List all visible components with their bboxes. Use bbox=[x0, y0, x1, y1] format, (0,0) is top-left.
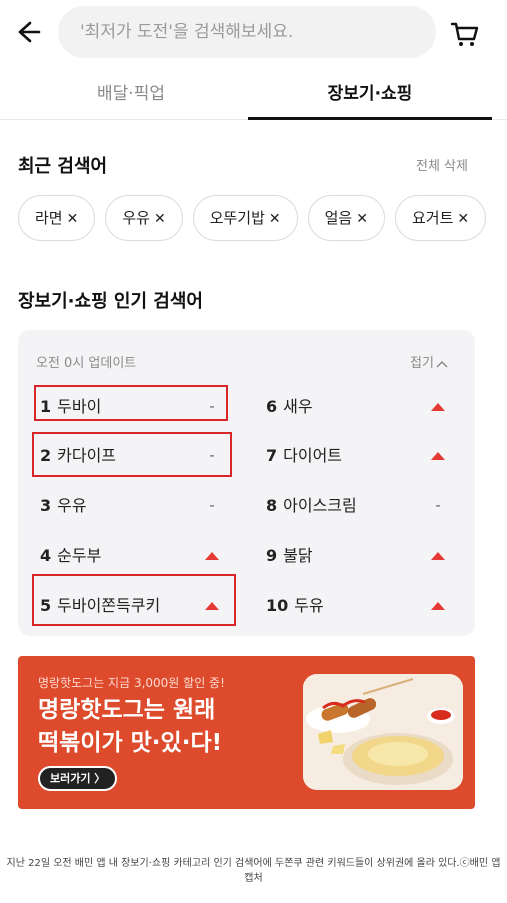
recent-search-chips: 라면 ✕ 우유 ✕ 오뚜기밥 ✕ 얼음 ✕ 요거트 ✕ bbox=[18, 195, 507, 241]
chip-label: 우유 bbox=[122, 209, 150, 227]
recent-chip[interactable]: 얼음 ✕ bbox=[307, 195, 385, 241]
rank-number: 9 bbox=[266, 546, 278, 565]
rank-number: 8 bbox=[266, 496, 278, 515]
triangle-up-icon bbox=[431, 452, 445, 460]
trend-up-icon bbox=[430, 591, 446, 621]
trend-up-icon bbox=[430, 392, 446, 422]
rank-keyword: 두유 bbox=[294, 596, 324, 615]
chip-label: 오뚜기밥 bbox=[209, 209, 265, 227]
triangle-up-icon bbox=[205, 552, 219, 560]
chip-label: 요거트 bbox=[411, 209, 454, 227]
recent-chip[interactable]: 우유 ✕ bbox=[105, 195, 183, 241]
tab-grocery-shopping[interactable]: 장보기·쇼핑 bbox=[248, 72, 492, 120]
highlight-box-rank-2 bbox=[32, 432, 232, 477]
rank-number: 4 bbox=[40, 546, 52, 565]
popular-searches-title: 장보기·쇼핑 인기 검색어 bbox=[18, 291, 203, 312]
chip-label: 얼음 bbox=[324, 209, 353, 227]
highlight-box-rank-5 bbox=[32, 574, 236, 626]
banner-view-button[interactable]: 보러가기 〉 bbox=[38, 766, 118, 791]
back-arrow-icon[interactable] bbox=[14, 18, 42, 46]
recent-searches-title: 최근 검색어 bbox=[18, 156, 108, 177]
photo-caption: 지난 22일 오전 배민 앱 내 장보기·쇼핑 카테고리 인기 검색어에 두쫀쿠… bbox=[6, 858, 501, 884]
banner-title-line1: 명랑핫도그는 원래 bbox=[38, 697, 216, 723]
remove-icon[interactable]: ✕ bbox=[67, 211, 79, 227]
clear-all-button[interactable]: 전체 삭제 bbox=[416, 155, 468, 174]
ranking-item[interactable]: 8 아이스크림 bbox=[266, 491, 357, 521]
rank-number: 3 bbox=[40, 496, 52, 515]
promo-banner[interactable]: 명랑핫도그는 지금 3,000원 할인 중! 명랑핫도그는 원래 떡볶이가 맛·… bbox=[18, 656, 475, 809]
banner-title: 명랑핫도그는 원래 떡볶이가 맛·있·다! bbox=[38, 694, 308, 760]
remove-icon[interactable]: ✕ bbox=[269, 211, 281, 227]
banner-subtitle: 명랑핫도그는 지금 3,000원 할인 중! bbox=[38, 676, 225, 690]
recent-chip[interactable]: 오뚜기밥 ✕ bbox=[192, 195, 298, 241]
chip-label: 라면 bbox=[35, 209, 63, 227]
banner-title-line2: 떡볶이가 맛·있·다! bbox=[38, 730, 223, 756]
trend-up-icon bbox=[430, 541, 446, 571]
ranking-item[interactable]: 10 두유 bbox=[266, 591, 324, 621]
ranking-item[interactable]: 3 우유 bbox=[40, 491, 87, 521]
active-tab-indicator bbox=[248, 117, 492, 120]
triangle-up-icon bbox=[431, 552, 445, 560]
food-image bbox=[303, 674, 463, 790]
trend-unchanged: - bbox=[209, 498, 215, 514]
triangle-up-icon bbox=[431, 403, 445, 411]
update-time: 오전 0시 업데이트 bbox=[36, 356, 137, 371]
rank-number: 7 bbox=[266, 446, 278, 465]
rank-keyword: 우유 bbox=[57, 496, 87, 515]
collapse-label: 접기 bbox=[410, 356, 434, 371]
remove-icon[interactable]: ✕ bbox=[457, 211, 469, 227]
ranking-item[interactable]: 6 새우 bbox=[266, 392, 313, 422]
trend-up-icon bbox=[204, 541, 220, 571]
triangle-up-icon bbox=[431, 602, 445, 610]
rank-keyword: 새우 bbox=[283, 397, 313, 416]
remove-icon[interactable]: ✕ bbox=[154, 211, 166, 227]
rank-number: 10 bbox=[266, 596, 289, 615]
trend-unchanged: - bbox=[435, 498, 441, 514]
chevron-up-icon bbox=[436, 360, 448, 368]
recent-chip[interactable]: 라면 ✕ bbox=[18, 195, 96, 241]
rank-keyword: 다이어트 bbox=[283, 446, 343, 465]
recent-chip[interactable]: 요거트 ✕ bbox=[394, 195, 487, 241]
tab-delivery-pickup[interactable]: 배달·픽업 bbox=[22, 72, 240, 120]
rank-keyword: 아이스크림 bbox=[283, 496, 357, 515]
search-bar[interactable] bbox=[58, 6, 436, 58]
highlight-box-rank-1 bbox=[34, 385, 228, 421]
trend-up-icon bbox=[430, 441, 446, 471]
rank-number: 6 bbox=[266, 397, 278, 416]
cart-icon[interactable] bbox=[450, 18, 480, 48]
rank-keyword: 순두부 bbox=[57, 546, 102, 565]
top-bar bbox=[0, 0, 507, 64]
category-tabs: 배달·픽업 장보기·쇼핑 bbox=[0, 72, 507, 120]
remove-icon[interactable]: ✕ bbox=[356, 211, 368, 227]
ranking-item[interactable]: 4 순두부 bbox=[40, 541, 101, 571]
ranking-item[interactable]: 7 다이어트 bbox=[266, 441, 342, 471]
rank-keyword: 불닭 bbox=[283, 546, 313, 565]
search-input[interactable] bbox=[80, 6, 420, 58]
ranking-item[interactable]: 9 불닭 bbox=[266, 541, 313, 571]
collapse-button[interactable]: 접기 bbox=[410, 352, 448, 371]
